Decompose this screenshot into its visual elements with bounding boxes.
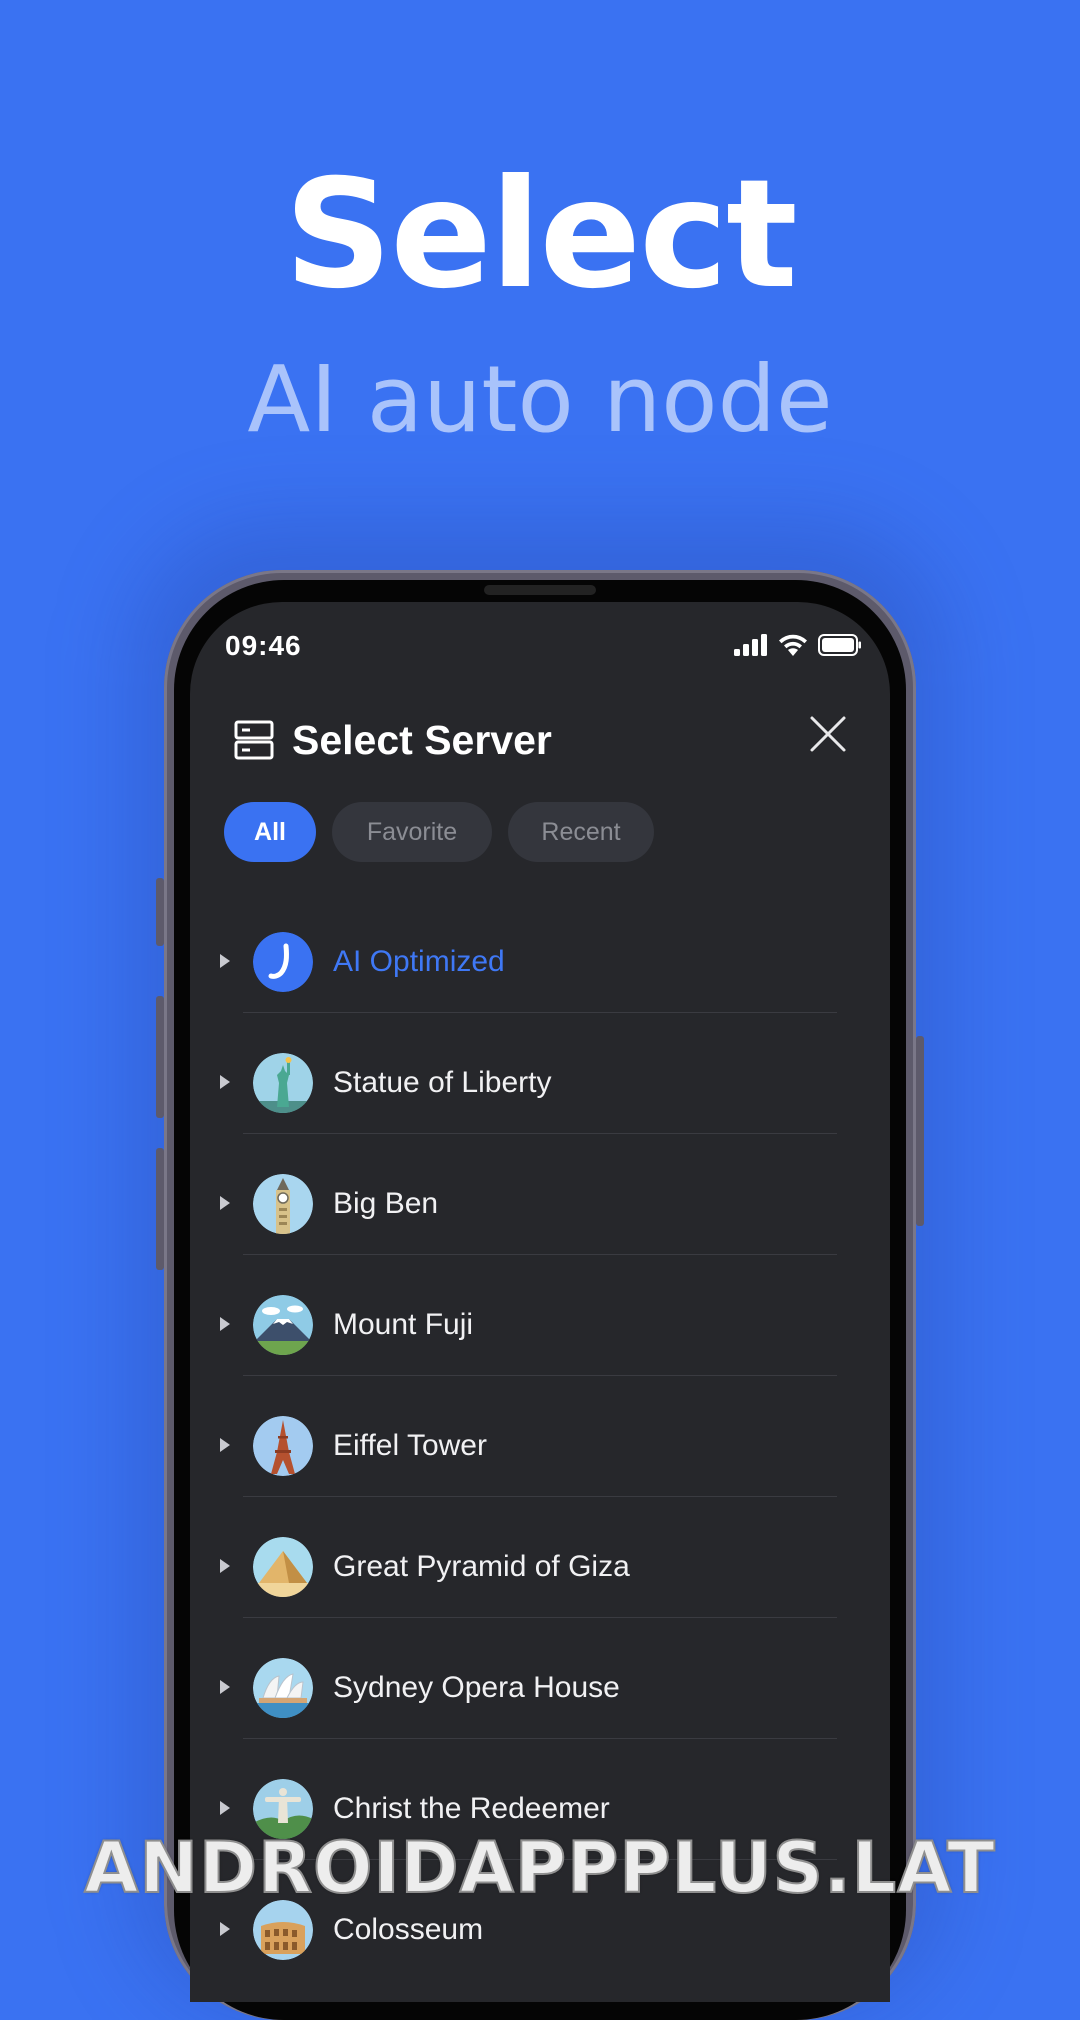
server-row-big-ben[interactable]: Big Ben: [190, 1154, 890, 1275]
hero-subtitle: AI auto node: [247, 346, 833, 453]
battery-icon: [818, 634, 861, 656]
server-label: Great Pyramid of Giza: [333, 1550, 630, 1583]
close-icon[interactable]: [806, 712, 850, 756]
expand-arrow-icon[interactable]: [220, 1801, 230, 1815]
phone-speaker: [484, 585, 596, 595]
expand-arrow-icon[interactable]: [220, 1922, 230, 1936]
statue-of-liberty-icon: [253, 1053, 313, 1113]
status-icons: [734, 634, 862, 656]
server-row-eiffel-tower[interactable]: Eiffel Tower: [190, 1396, 890, 1517]
expand-arrow-icon[interactable]: [220, 1559, 230, 1573]
row-divider: [243, 1254, 837, 1255]
expand-arrow-icon[interactable]: [220, 1317, 230, 1331]
watermark-text: ANDROIDAPPPLUS.LAT: [83, 1826, 996, 1910]
expand-arrow-icon[interactable]: [220, 1438, 230, 1452]
server-row-statue-of-liberty[interactable]: Statue of Liberty: [190, 1033, 890, 1154]
server-icon: [234, 720, 274, 760]
server-label: Eiffel Tower: [333, 1429, 487, 1462]
signal-icon: [734, 634, 767, 656]
server-label: Big Ben: [333, 1187, 439, 1220]
phone-power-button: [916, 1036, 924, 1226]
row-divider: [243, 1496, 837, 1497]
tab-all[interactable]: All: [224, 802, 316, 862]
row-divider: [243, 1012, 837, 1013]
wifi-icon: [779, 634, 807, 656]
phone-volume-up-button: [156, 996, 164, 1118]
server-label: AI Optimized: [333, 945, 505, 978]
row-divider: [243, 1617, 837, 1618]
tab-recent[interactable]: Recent: [508, 802, 654, 862]
eiffel-tower-icon: [253, 1416, 313, 1476]
filter-tabs: All Favorite Recent: [224, 802, 654, 862]
hero-title: Select: [284, 148, 798, 322]
row-divider: [243, 1375, 837, 1376]
header-title: Select Server: [292, 717, 552, 763]
big-ben-icon: [253, 1174, 313, 1234]
status-time: 09:46: [225, 630, 302, 661]
phone-volume-down-button: [156, 1148, 164, 1270]
server-label: Sydney Opera House: [333, 1671, 620, 1704]
pyramid-icon: [253, 1537, 313, 1597]
expand-arrow-icon[interactable]: [220, 954, 230, 968]
server-row-ai-optimized[interactable]: AI Optimized: [190, 912, 890, 1033]
expand-arrow-icon[interactable]: [220, 1196, 230, 1210]
ai-logo-icon: [253, 932, 313, 992]
server-label: Colosseum: [333, 1913, 484, 1946]
row-divider: [243, 1738, 837, 1739]
row-divider: [243, 1133, 837, 1134]
mount-fuji-icon: [253, 1295, 313, 1355]
tab-favorite[interactable]: Favorite: [332, 802, 492, 862]
server-row-great-pyramid-of-giza[interactable]: Great Pyramid of Giza: [190, 1517, 890, 1638]
phone-silent-switch: [156, 878, 164, 946]
server-row-mount-fuji[interactable]: Mount Fuji: [190, 1275, 890, 1396]
expand-arrow-icon[interactable]: [220, 1075, 230, 1089]
server-label: Statue of Liberty: [333, 1066, 552, 1099]
phone-screen: 09:46 Select Server All Favorite Recent …: [190, 602, 890, 2002]
server-label: Christ the Redeemer: [333, 1792, 610, 1825]
server-label: Mount Fuji: [333, 1308, 474, 1341]
server-row-sydney-opera-house[interactable]: Sydney Opera House: [190, 1638, 890, 1759]
expand-arrow-icon[interactable]: [220, 1680, 230, 1694]
opera-house-icon: [253, 1658, 313, 1718]
